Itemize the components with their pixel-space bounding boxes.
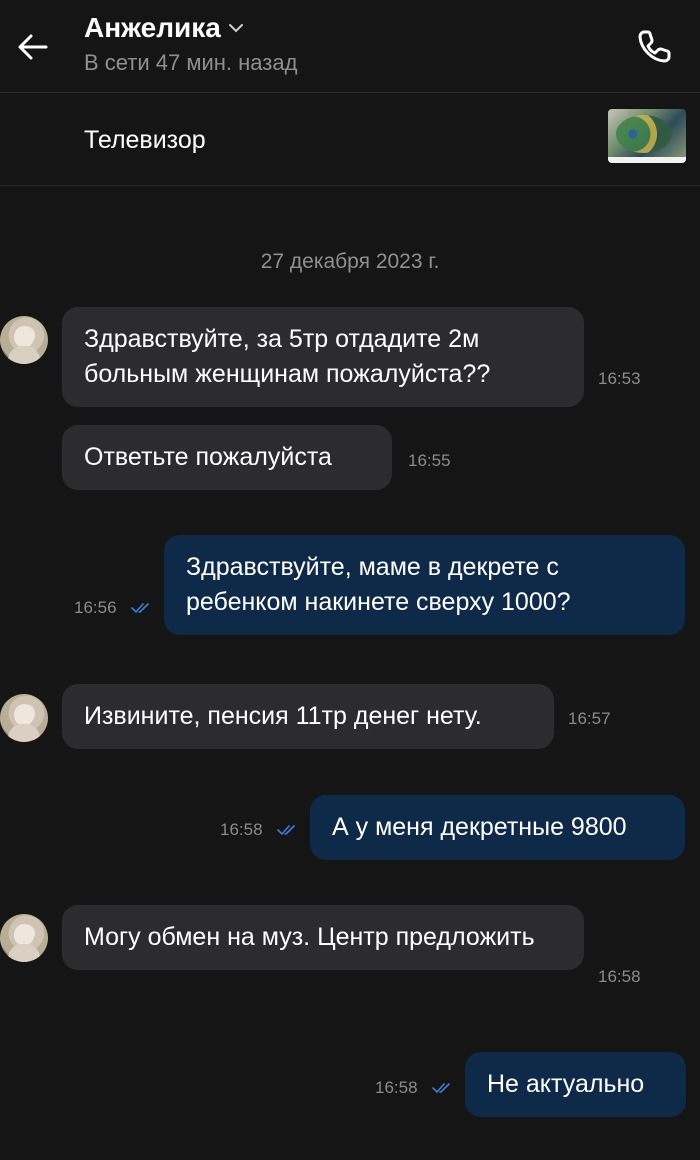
arrow-left-icon[interactable] — [16, 30, 50, 64]
contact-avatar[interactable] — [0, 694, 48, 742]
contact-avatar[interactable] — [0, 914, 48, 962]
listing-title[interactable]: Телевизор — [84, 126, 206, 155]
listing-thumbnail[interactable] — [608, 109, 686, 163]
message-time: 16:58 — [598, 967, 641, 986]
phone-icon[interactable] — [634, 27, 674, 67]
online-status: В сети 47 мин. назад — [84, 50, 298, 75]
chat-header: Анжелика В сети 47 мин. назад — [0, 0, 700, 93]
message-time: 16:56 — [74, 598, 117, 617]
message-incoming[interactable]: Могу обмен на муз. Центр предложить — [62, 905, 584, 970]
double-check-icon — [277, 825, 295, 836]
message-incoming[interactable]: Ответьте пожалуйста — [62, 425, 392, 490]
contact-avatar[interactable] — [0, 316, 48, 364]
message-incoming[interactable]: Здравствуйте, за 5тр отдадите 2м больным… — [62, 307, 584, 407]
message-time: 16:58 — [375, 1078, 418, 1097]
message-outgoing[interactable]: Здравствуйте, маме в декрете с ребенком … — [164, 535, 685, 635]
double-check-icon — [432, 1083, 450, 1094]
double-check-icon — [131, 603, 149, 614]
listing-bar[interactable]: Телевизор — [0, 93, 700, 186]
chevron-down-icon[interactable] — [227, 19, 245, 37]
message-time: 16:57 — [568, 709, 611, 728]
message-time: 16:53 — [598, 369, 641, 388]
contact-name[interactable]: Анжелика — [84, 12, 221, 44]
date-separator: 27 декабря 2023 г. — [260, 250, 440, 273]
message-outgoing[interactable]: Не актуально — [465, 1052, 686, 1117]
message-incoming[interactable]: Извините, пенсия 11тр денег нету. — [62, 684, 554, 749]
message-outgoing[interactable]: А у меня декретные 9800 — [310, 795, 685, 860]
message-time: 16:55 — [408, 451, 451, 470]
contact-info[interactable]: Анжелика В сети 47 мин. назад — [84, 12, 297, 76]
message-time: 16:58 — [220, 820, 263, 839]
